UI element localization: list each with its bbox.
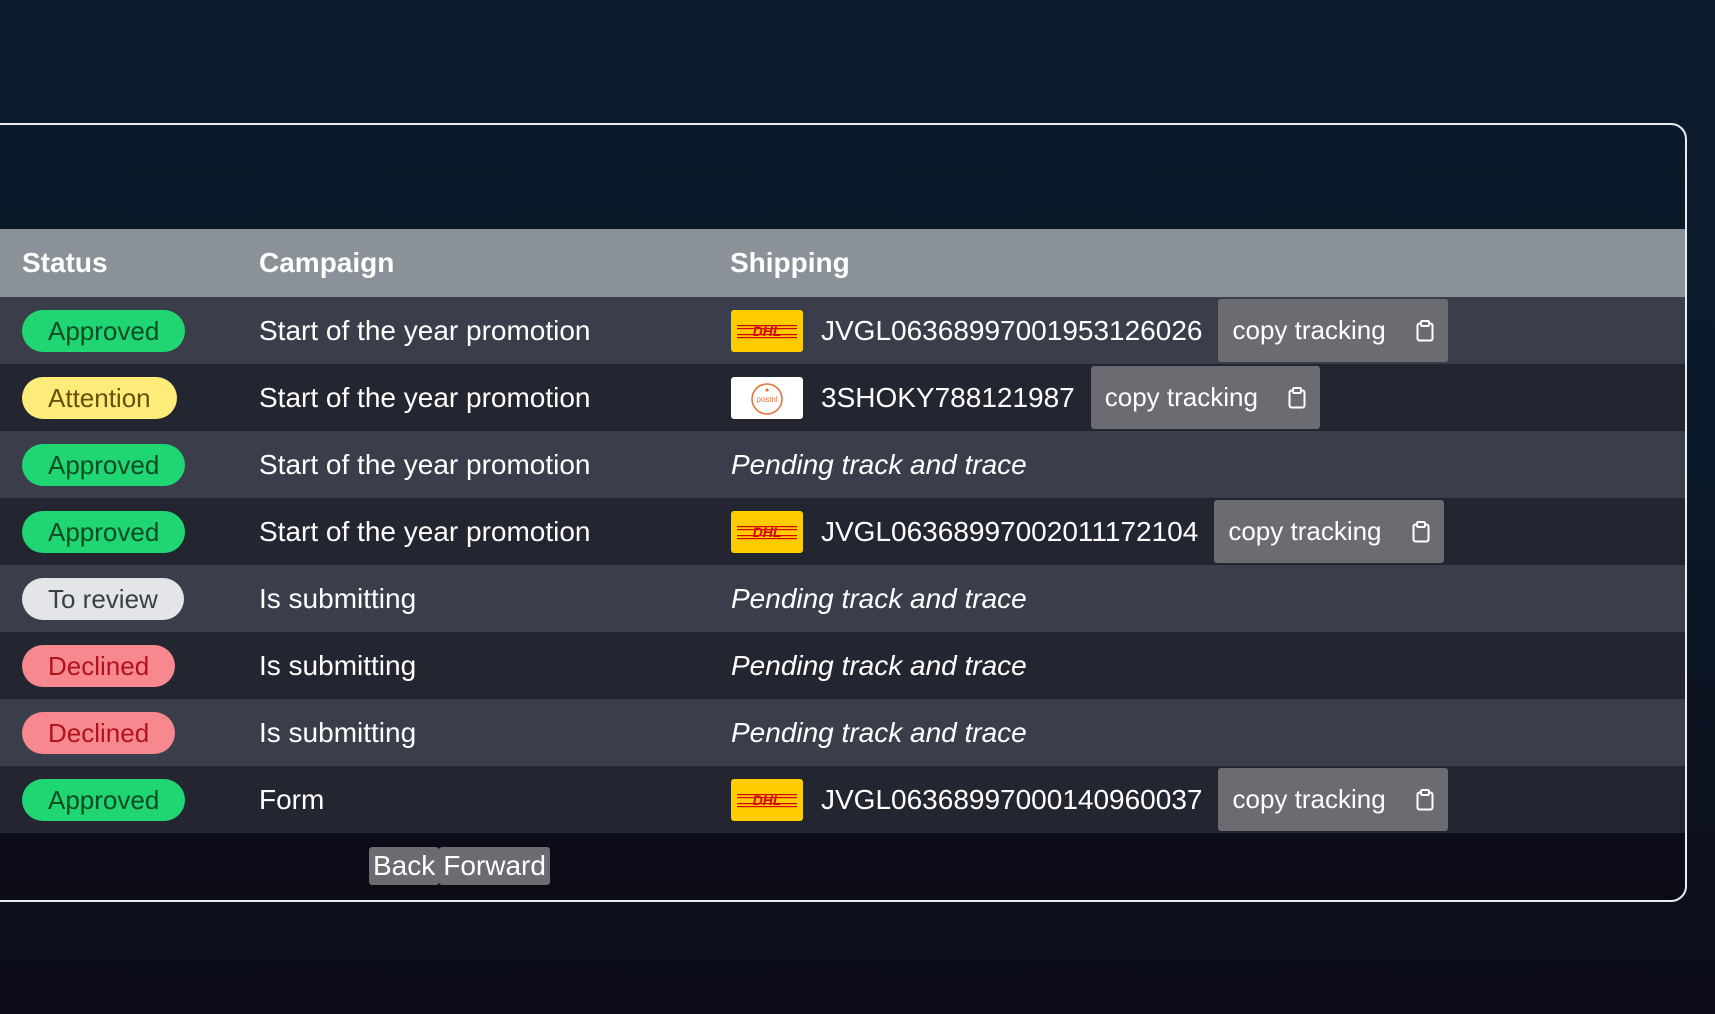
dhl-logo-text: DHL [753,524,782,540]
campaign-cell: Start of the year promotion [259,297,591,364]
shipping-cell: postnl 3SHOKY788121987 copy tracking [731,364,1320,431]
table-header: Status Campaign Shipping [0,229,1685,297]
clipboard-icon [1288,386,1306,409]
tracking-number: JVGL06368997000140960037 [821,783,1203,815]
copy-tracking-button[interactable]: copy tracking [1218,299,1448,362]
table-row: To review Is submitting Pending track and … [0,565,1685,632]
copy-tracking-label: copy tracking [1232,315,1386,345]
table-row: Declined Is submitting Pending track and t… [0,632,1685,699]
copy-tracking-label: copy tracking [1228,516,1382,546]
tracking-number: JVGL06368997002011172104 [821,515,1199,547]
status-cell: Approved [22,297,186,364]
pending-tracking-text: Pending track and trace [731,716,1027,748]
status-badge: Approved [22,443,186,486]
status-badge: Approved [22,778,186,821]
copy-tracking-button[interactable]: copy tracking [1090,366,1320,429]
dhl-logo-icon: DHL [731,510,803,553]
campaign-cell: Is submitting [259,699,416,766]
campaign-cell: Start of the year promotion [259,431,591,498]
table-row: Approved Start of the year promotion DHL JV… [0,297,1685,364]
copy-tracking-label: copy tracking [1232,784,1386,814]
copy-tracking-button[interactable]: copy tracking [1218,768,1448,831]
status-badge: Approved [22,309,186,352]
shipping-cell: DHL JVGL06368997000140960037 copy tracking [731,766,1448,833]
campaign-name: Start of the year promotion [259,515,591,547]
dhl-logo-icon: DHL [731,309,803,352]
status-cell: Declined [22,699,176,766]
tracking-number: JVGL06368997001953126026 [821,314,1203,346]
pending-tracking-text: Pending track and trace [731,582,1027,614]
table-row: Approved Start of the year promotion Pendi… [0,431,1685,498]
orders-table: Status Campaign Shipping Approved Start o… [0,229,1685,833]
campaign-cell: Start of the year promotion [259,498,591,565]
dhl-logo-icon: DHL [731,778,803,821]
tracking-number: 3SHOKY788121987 [821,381,1075,413]
status-cell: Approved [22,431,186,498]
campaign-name: Is submitting [259,716,417,748]
postnl-logo-text: postnl [756,395,778,404]
campaign-name: Form [259,783,325,815]
pending-tracking-text: Pending track and trace [731,649,1027,681]
orders-card: Status Campaign Shipping Approved Start o… [0,123,1687,902]
table-row: Approved Start of the year promotion DHL JV… [0,498,1685,565]
copy-tracking-button[interactable]: copy tracking [1214,500,1444,563]
shipping-cell: Pending track and trace [731,699,1027,766]
campaign-name: Start of the year promotion [259,448,591,480]
table-row: Declined Is submitting Pending track and t… [0,699,1685,766]
status-badge: Approved [22,510,186,553]
table-row: Attention Start of the year promotion post… [0,364,1685,431]
status-cell: Approved [22,498,186,565]
campaign-name: Is submitting [259,582,417,614]
postnl-logo-icon: postnl [731,376,803,419]
forward-button[interactable]: Forward [439,847,550,885]
status-badge: To review [22,577,184,620]
clipboard-icon [1416,788,1434,811]
dhl-logo-text: DHL [753,323,782,339]
copy-tracking-label: copy tracking [1104,382,1258,412]
status-cell: Declined [22,632,176,699]
shipping-cell: DHL JVGL06368997002011172104 copy tracking [731,498,1444,565]
clipboard-icon [1412,520,1430,543]
shipping-cell: DHL JVGL06368997001953126026 copy tracking [731,297,1448,364]
campaign-name: Start of the year promotion [259,381,591,413]
table-row: Approved Form DHL JVGL06368997000140960037 c… [0,766,1685,833]
status-cell: To review [22,565,184,632]
campaign-cell: Form [259,766,324,833]
shipping-cell: Pending track and trace [731,565,1027,632]
status-badge: Attention [22,376,177,419]
campaign-name: Start of the year promotion [259,314,591,346]
campaign-cell: Is submitting [259,632,416,699]
status-badge: Declined [22,711,176,754]
header-status: Status [22,247,108,278]
pagination: Back Forward [369,847,550,885]
back-button[interactable]: Back [369,847,440,885]
header-shipping: Shipping [730,247,850,278]
campaign-cell: Start of the year promotion [259,364,591,431]
shipping-cell: Pending track and trace [731,632,1027,699]
dhl-logo-text: DHL [753,792,782,808]
table-body: Approved Start of the year promotion DHL JV… [0,297,1685,833]
campaign-cell: Is submitting [259,565,416,632]
status-cell: Approved [22,766,186,833]
clipboard-icon [1416,319,1434,342]
header-campaign: Campaign [259,247,395,278]
pending-tracking-text: Pending track and trace [731,448,1027,480]
status-cell: Attention [22,364,177,431]
status-badge: Declined [22,644,176,687]
shipping-cell: Pending track and trace [731,431,1027,498]
campaign-name: Is submitting [259,649,417,681]
